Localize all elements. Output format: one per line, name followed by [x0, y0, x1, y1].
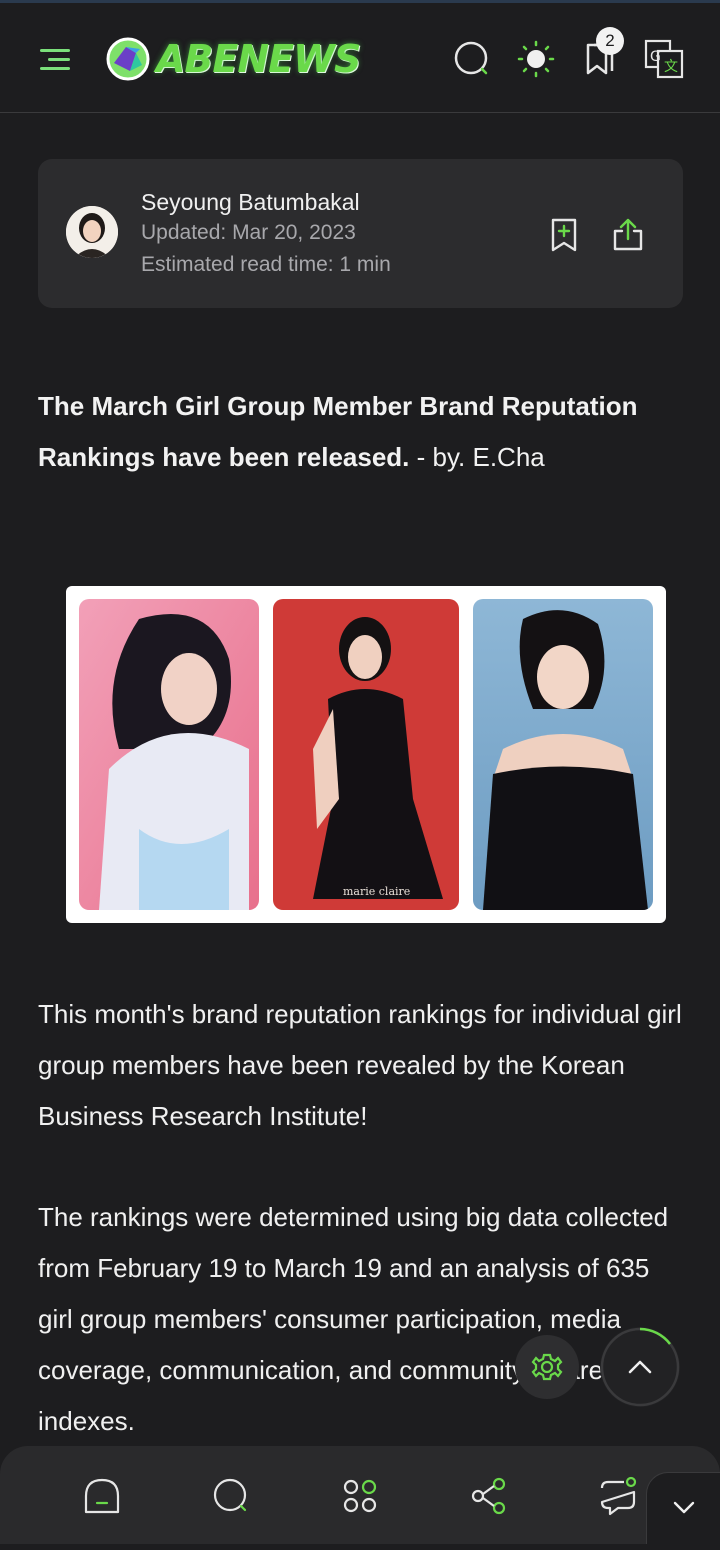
settings-fab[interactable]: [515, 1335, 579, 1399]
apps-grid-icon[interactable]: [340, 1476, 380, 1516]
share-icon[interactable]: [469, 1476, 509, 1516]
comments-icon[interactable]: [598, 1476, 638, 1516]
headline-byline: - by. E.Cha: [409, 442, 545, 472]
logo-globe-icon: [106, 37, 150, 81]
logo-text: ABENEWS: [156, 37, 361, 81]
image-watermark: marie claire: [343, 885, 410, 898]
site-logo[interactable]: ABENEWS: [106, 33, 361, 85]
menu-line: [48, 58, 70, 61]
menu-line: [40, 49, 70, 52]
svg-text:文: 文: [664, 59, 678, 75]
photo-left: [79, 599, 259, 910]
read-time: Estimated read time: 1 min: [141, 253, 391, 276]
site-header: ABENEWS 2 G 文: [0, 3, 720, 113]
headline-title: The March Girl Group Member Brand Reputa…: [38, 391, 638, 472]
gear-icon: [531, 1353, 563, 1381]
updated-date: Updated: Mar 20, 2023: [141, 221, 356, 244]
chevron-down-icon: [673, 1501, 695, 1514]
scroll-progress-ring: [639, 1327, 671, 1345]
article-image[interactable]: marie claire: [66, 586, 666, 923]
search-icon[interactable]: [452, 39, 492, 79]
add-bookmark-icon[interactable]: [548, 217, 582, 258]
menu-line: [40, 67, 70, 70]
author-name[interactable]: Seyoung Batumbakal: [141, 189, 360, 216]
collapse-nav-button[interactable]: [646, 1472, 720, 1544]
bottom-navigation: [0, 1446, 720, 1544]
article-paragraph-1: This month's brand reputation rankings f…: [38, 999, 682, 1131]
article-headline: The March Girl Group Member Brand Reputa…: [38, 381, 683, 483]
svg-text:G: G: [650, 49, 661, 65]
search-icon[interactable]: [211, 1476, 251, 1516]
photo-right: [473, 599, 653, 910]
share-upload-icon[interactable]: [610, 217, 646, 258]
theme-toggle-icon[interactable]: [516, 39, 556, 79]
home-icon[interactable]: [82, 1476, 122, 1516]
hamburger-menu-icon[interactable]: [40, 45, 74, 73]
translate-icon[interactable]: G 文: [644, 39, 684, 79]
photo-center: marie claire: [273, 599, 459, 910]
author-avatar[interactable]: [66, 206, 118, 258]
notification-badge: 2: [596, 27, 624, 55]
chevron-up-icon: [628, 1360, 652, 1374]
author-card: Seyoung Batumbakal Updated: Mar 20, 2023…: [38, 159, 683, 308]
article-paragraph-2: The rankings were determined using big d…: [38, 1202, 669, 1436]
scroll-to-top-button[interactable]: [600, 1327, 680, 1407]
